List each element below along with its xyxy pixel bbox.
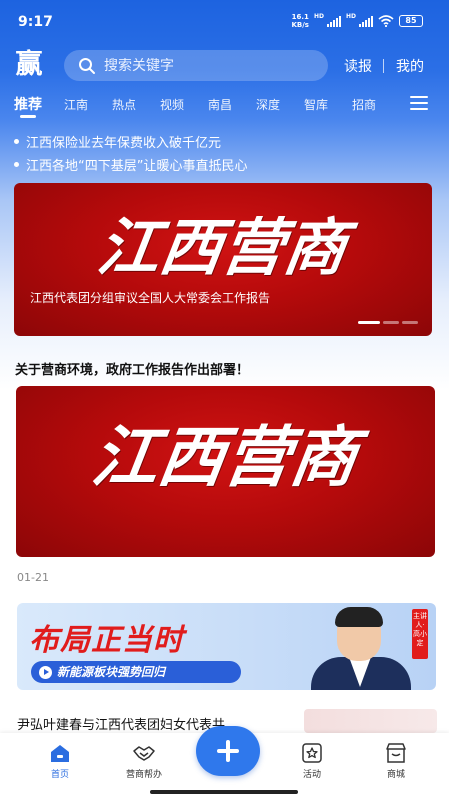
tab-recommend[interactable]: 推荐 — [14, 94, 42, 114]
article-image[interactable]: 江西营商 — [16, 386, 435, 557]
banner-calligraphy: 江西营商 — [93, 211, 352, 284]
article-title[interactable]: 关于营商环境，政府工作报告作出部署！ — [15, 359, 249, 378]
article-date: 01-21 — [17, 571, 49, 584]
network-speed-unit: KB/s — [291, 21, 309, 29]
bullet-icon — [14, 139, 19, 144]
ticker-item[interactable]: 江西保险业去年保费收入破千亿元 — [0, 131, 449, 151]
network-speed: 16.1 KB/s — [291, 13, 308, 29]
battery-icon: 85 — [399, 15, 423, 27]
home-indicator — [150, 790, 298, 794]
header-divider — [383, 59, 384, 73]
status-icons: 16.1 KB/s HD HD 85 — [291, 13, 423, 29]
network-speed-value: 16.1 — [291, 13, 309, 21]
presenter-photo — [307, 607, 427, 690]
tab-nanchang[interactable]: 南昌 — [208, 96, 232, 113]
search-bar[interactable] — [64, 50, 328, 81]
tab-hot[interactable]: 热点 — [112, 96, 136, 113]
tab-investment[interactable]: 招商 — [352, 96, 376, 113]
article-thumbnail[interactable] — [304, 709, 437, 733]
category-tabs: 推荐 江南 热点 视频 南昌 深度 智库 招商 — [0, 92, 449, 118]
bullet-icon — [14, 162, 19, 167]
read-newspaper-link[interactable]: 读报 — [344, 56, 372, 76]
tab-business-help[interactable]: 营商帮办 — [109, 733, 179, 793]
tab-activity-label: 活动 — [302, 770, 321, 780]
ad-subtitle-pill: 新能源板块强势回归 — [31, 661, 241, 683]
home-icon — [51, 745, 69, 762]
active-tab-indicator — [20, 115, 36, 118]
tab-activity[interactable]: 活动 — [277, 733, 347, 793]
tab-shop[interactable]: 商城 — [361, 733, 431, 793]
menu-icon[interactable] — [410, 96, 428, 110]
hd-label-2: HD — [345, 13, 356, 20]
signal-icon-2 — [359, 15, 373, 27]
tab-think-tank[interactable]: 智库 — [304, 96, 328, 113]
tab-depth[interactable]: 深度 — [256, 96, 280, 113]
app-logo-icon[interactable]: 赢 — [12, 50, 46, 80]
tab-home-label: 首页 — [50, 770, 69, 780]
ticker-item[interactable]: 江西各地“四下基层”让暖心事直抵民心 — [0, 154, 449, 174]
hd-label: HD — [313, 13, 324, 20]
wifi-icon — [378, 15, 394, 27]
tab-jiangnan[interactable]: 江南 — [64, 96, 88, 113]
article-image-calligraphy: 江西营商 — [87, 418, 363, 496]
ad-banner[interactable]: 布局正当时 新能源板块强势回归 主讲人·高小定 — [17, 603, 436, 690]
my-profile-link[interactable]: 我的 — [396, 56, 424, 76]
status-bar: 9:17 16.1 KB/s HD HD 85 — [0, 0, 449, 40]
ad-presenter-tag: 主讲人·高小定 — [412, 609, 428, 659]
handshake-icon — [133, 746, 155, 761]
app-header: 赢 读报 我的 — [0, 46, 449, 86]
play-icon — [39, 666, 52, 679]
tab-home[interactable]: 首页 — [25, 733, 95, 793]
carousel-indicator — [358, 321, 418, 324]
publish-plus-button[interactable] — [196, 726, 260, 776]
star-badge-icon — [302, 743, 322, 763]
ad-title: 布局正当时 — [29, 623, 184, 658]
status-time: 9:17 — [18, 14, 53, 30]
tab-shop-label: 商城 — [386, 770, 405, 780]
tab-video[interactable]: 视频 — [160, 96, 184, 113]
search-input[interactable] — [104, 57, 304, 74]
signal-icon — [326, 15, 341, 27]
banner-carousel[interactable]: 江西营商 江西代表团分组审议全国人大常委会工作报告 — [14, 183, 432, 336]
ticker-text: 江西保险业去年保费收入破千亿元 — [26, 136, 222, 151]
tab-business-help-label: 营商帮办 — [125, 770, 162, 780]
search-icon — [79, 57, 95, 74]
ticker-text: 江西各地“四下基层”让暖心事直抵民心 — [26, 159, 248, 174]
shop-icon — [386, 743, 406, 763]
banner-caption: 江西代表团分组审议全国人大常委会工作报告 — [30, 291, 271, 305]
ad-subtitle: 新能源板块强势回归 — [57, 665, 166, 679]
